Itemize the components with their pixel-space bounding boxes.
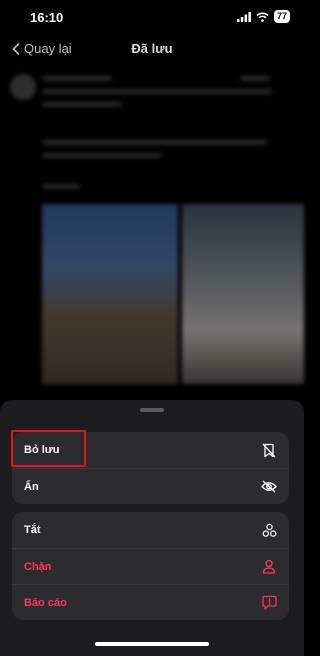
mute-icon xyxy=(261,522,277,538)
home-indicator xyxy=(95,642,209,646)
avatar xyxy=(10,74,36,100)
status-bar: 16:10 77 xyxy=(0,0,304,34)
hide-button[interactable]: Ẩn xyxy=(12,468,289,504)
action-group-secondary: Tắt Chặn Báo cáo xyxy=(12,512,289,620)
mute-button[interactable]: Tắt xyxy=(12,512,289,548)
unsave-bookmark-icon xyxy=(261,442,277,458)
mute-label: Tắt xyxy=(24,524,41,536)
blurred-text xyxy=(42,153,162,158)
hide-label: Ẩn xyxy=(24,480,39,493)
block-label: Chặn xyxy=(24,560,52,573)
status-icons: 77 xyxy=(236,10,290,23)
unsave-button[interactable]: Bỏ lưu xyxy=(12,432,289,468)
saved-post-background xyxy=(0,64,304,404)
action-group-primary: Bỏ lưu Ẩn xyxy=(12,432,289,504)
block-button[interactable]: Chặn xyxy=(12,548,289,584)
status-time: 16:10 xyxy=(30,10,64,25)
action-sheet: Bỏ lưu Ẩn Tắt Chặn Báo cáo xyxy=(0,400,304,656)
navigation-bar: Quay lại Đã lưu xyxy=(0,34,304,64)
report-label: Báo cáo xyxy=(24,596,67,609)
wifi-icon xyxy=(256,12,269,22)
eye-slash-icon xyxy=(261,479,277,495)
blurred-text xyxy=(42,89,272,94)
blurred-text xyxy=(42,76,112,81)
report-icon xyxy=(261,595,277,611)
post-photo xyxy=(42,204,178,384)
post-photo xyxy=(182,204,304,384)
unsave-label: Bỏ lưu xyxy=(24,444,60,456)
report-button[interactable]: Báo cáo xyxy=(12,584,289,620)
blurred-text xyxy=(42,140,267,145)
blurred-text xyxy=(42,184,80,189)
page-title: Đã lưu xyxy=(131,41,173,56)
battery-indicator: 77 xyxy=(273,10,290,23)
block-user-icon xyxy=(261,559,277,575)
blurred-text xyxy=(240,76,270,81)
sheet-grabber[interactable] xyxy=(140,408,164,412)
signal-icon xyxy=(236,11,251,22)
blurred-text xyxy=(42,102,122,107)
